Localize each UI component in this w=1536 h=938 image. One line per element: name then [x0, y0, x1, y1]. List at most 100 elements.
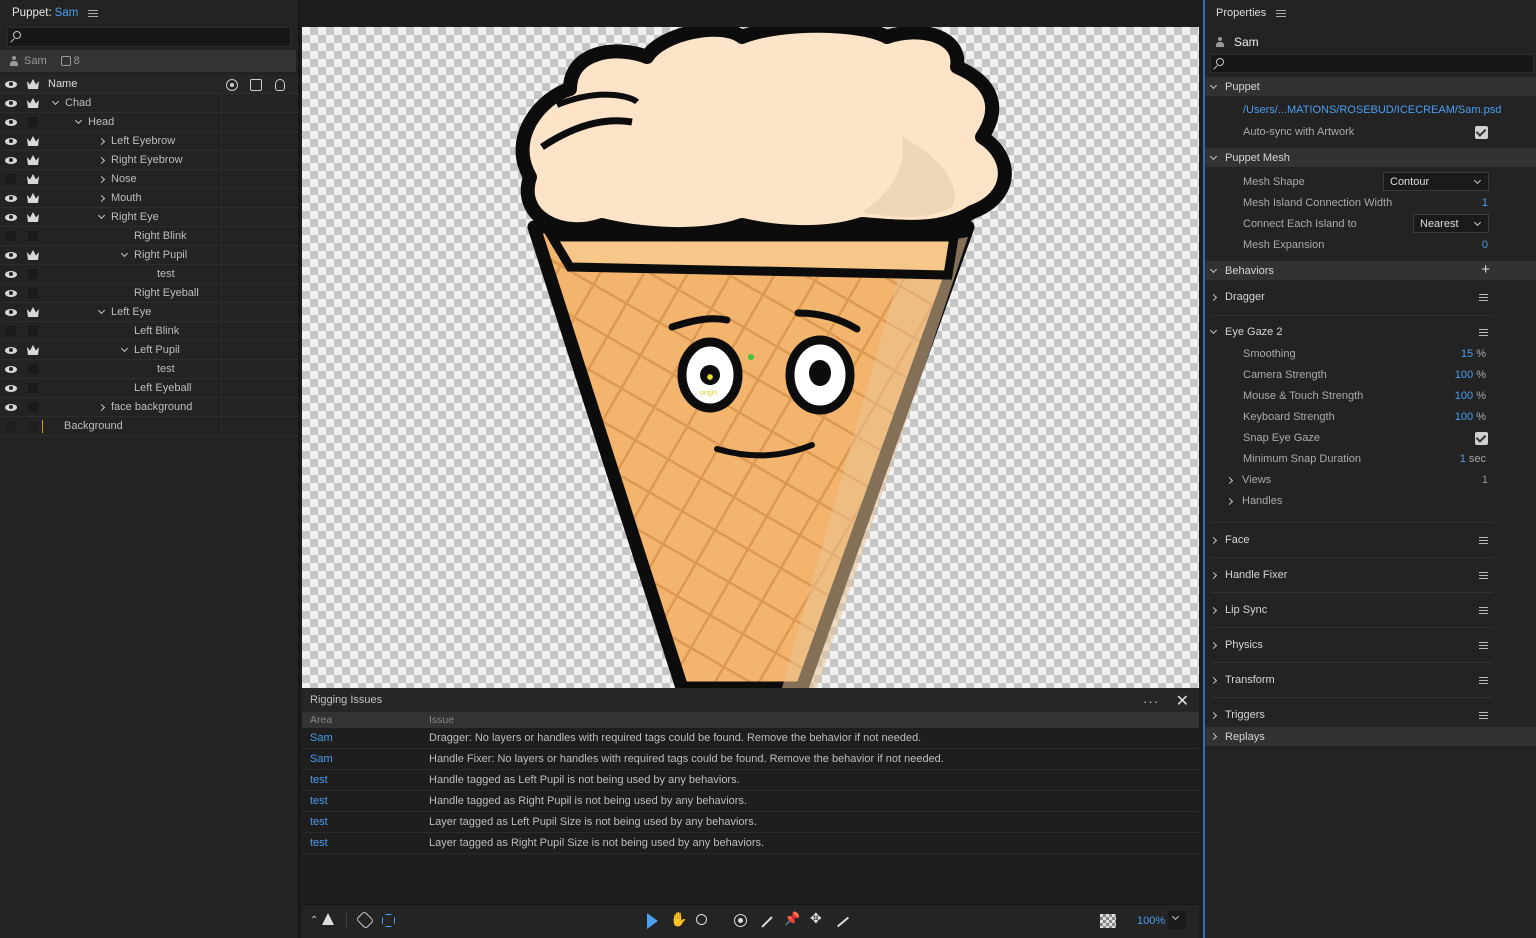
independent-crown-icon[interactable] [22, 94, 44, 113]
independent-toggle[interactable] [22, 322, 44, 341]
visibility-eye-icon[interactable] [0, 341, 22, 360]
independent-toggle[interactable] [22, 398, 44, 417]
panel-menu-icon[interactable] [1276, 9, 1287, 17]
independent-crown-icon[interactable] [22, 246, 44, 265]
rigging-issue-row[interactable]: test Handle tagged as Right Pupil is not … [302, 791, 1199, 812]
handles-row[interactable]: Handles [1205, 493, 1536, 509]
behavior-triggers[interactable]: Triggers [1205, 706, 1536, 724]
pin-tool-icon[interactable]: 📌 [784, 911, 800, 927]
behavior-lip-sync[interactable]: Lip Sync [1205, 601, 1536, 619]
visibility-eye-icon[interactable] [0, 208, 22, 227]
chevron-down-icon[interactable] [120, 344, 129, 353]
origin-column-icon[interactable] [226, 79, 238, 91]
origin-tool-icon[interactable] [734, 914, 747, 927]
behavior-eye-gaze[interactable]: Eye Gaze 2 [1205, 323, 1536, 341]
layer-row-left-eye[interactable]: Left Eye [0, 302, 298, 322]
layer-row-nose[interactable]: Nose [0, 169, 298, 189]
independent-toggle[interactable] [22, 417, 44, 436]
behavior-menu-icon[interactable] [1479, 293, 1488, 301]
snap-eye-gaze-checkbox[interactable] [1475, 431, 1488, 445]
camera-strength-value-wrap[interactable]: 100 % [1455, 369, 1486, 381]
zoom-level[interactable]: 100% [1137, 915, 1165, 927]
layer-row-test[interactable]: test [0, 264, 298, 284]
tag-column-icon[interactable] [250, 79, 262, 91]
panel-menu-icon[interactable] [88, 9, 99, 17]
layer-row-background[interactable]: Background [0, 416, 298, 436]
rigging-issue-row[interactable]: test Layer tagged as Left Pupil Size is n… [302, 812, 1199, 833]
hand-tool-icon[interactable]: ✋ [670, 911, 687, 928]
behavior-menu-icon[interactable] [1479, 676, 1488, 684]
visibility-toggle[interactable] [0, 322, 22, 341]
visibility-column-icon[interactable] [0, 75, 22, 94]
behavior-menu-icon[interactable] [1479, 536, 1488, 544]
section-puppet[interactable]: Puppet [1205, 77, 1536, 96]
visibility-eye-icon[interactable] [0, 132, 22, 151]
file-path-link[interactable]: /Users/...MATIONS/ROSEBUD/ICECREAM/Sam.p… [1205, 102, 1536, 118]
section-behaviors[interactable]: Behaviors + [1205, 261, 1536, 280]
snap-duration-value-wrap[interactable]: 1 sec [1460, 453, 1486, 465]
independent-crown-icon[interactable] [22, 189, 44, 208]
bend-tool-icon[interactable] [836, 916, 850, 928]
issue-area-link[interactable]: test [302, 816, 429, 828]
issue-area-link[interactable]: Sam [302, 732, 429, 744]
visibility-eye-icon[interactable] [0, 265, 22, 284]
behavior-menu-icon[interactable] [1479, 606, 1488, 614]
independent-toggle[interactable] [22, 360, 44, 379]
visibility-eye-icon[interactable] [0, 284, 22, 303]
layer-row-face-background[interactable]: face background [0, 397, 298, 417]
behavior-menu-icon[interactable] [1479, 711, 1488, 719]
chevron-down-icon[interactable] [51, 97, 60, 106]
island-width-value[interactable]: 1 [1482, 197, 1488, 209]
independent-toggle[interactable] [22, 227, 44, 246]
transparency-grid-icon[interactable] [1100, 914, 1116, 928]
layer-row-mouth[interactable]: Mouth [0, 188, 298, 208]
mesh-shape-dropdown[interactable]: Contour [1383, 172, 1489, 191]
mouse-strength-value-wrap[interactable]: 100 % [1455, 390, 1486, 402]
independent-crown-icon[interactable] [22, 303, 44, 322]
layer-row-test[interactable]: test [0, 359, 298, 379]
independent-toggle[interactable] [22, 379, 44, 398]
behavior-transform[interactable]: Transform [1205, 671, 1536, 689]
rigging-issue-row[interactable]: Sam Handle Fixer: No layers or handles wi… [302, 749, 1199, 770]
layer-search-input[interactable] [7, 27, 291, 47]
visibility-eye-icon[interactable] [0, 379, 22, 398]
connect-island-dropdown[interactable]: Nearest [1413, 214, 1489, 233]
chevron-down-icon[interactable] [97, 211, 106, 220]
independent-crown-icon[interactable] [22, 151, 44, 170]
independent-toggle[interactable] [22, 284, 44, 303]
independent-toggle[interactable] [22, 113, 44, 132]
rigging-issue-row[interactable]: test Layer tagged as Right Pupil Size is … [302, 833, 1199, 854]
layer-row-chad[interactable]: Chad [0, 93, 298, 113]
visibility-eye-icon[interactable] [0, 246, 22, 265]
mesh-expansion-value[interactable]: 0 [1482, 239, 1488, 251]
visibility-toggle[interactable] [0, 170, 22, 189]
independent-crown-icon[interactable] [22, 132, 44, 151]
visibility-eye-icon[interactable] [0, 303, 22, 322]
close-icon[interactable]: ✕ [1176, 691, 1189, 711]
visibility-eye-icon[interactable] [0, 151, 22, 170]
layer-row-right-blink[interactable]: Right Blink [0, 226, 298, 246]
more-options-icon[interactable]: ··· [1143, 694, 1159, 709]
auto-sync-checkbox[interactable] [1475, 125, 1488, 139]
visibility-eye-icon[interactable] [0, 360, 22, 379]
independent-toggle[interactable] [22, 265, 44, 284]
layer-row-right-eye[interactable]: Right Eye [0, 207, 298, 227]
issue-area-link[interactable]: test [302, 837, 429, 849]
add-behavior-icon[interactable]: + [1481, 261, 1490, 278]
behavior-menu-icon[interactable] [1479, 641, 1488, 649]
layer-row-left-eyeball[interactable]: Left Eyeball [0, 378, 298, 398]
visibility-toggle[interactable] [0, 417, 22, 436]
chevron-right-icon[interactable] [97, 175, 106, 183]
visibility-eye-icon[interactable] [0, 398, 22, 417]
layer-row-left-blink[interactable]: Left Blink [0, 321, 298, 341]
chevron-down-icon[interactable] [120, 249, 129, 258]
independent-crown-icon[interactable] [22, 170, 44, 189]
layer-row-left-pupil[interactable]: Left Pupil [0, 340, 298, 360]
layer-row-right-eyebrow[interactable]: Right Eyebrow [0, 150, 298, 170]
chevron-right-icon[interactable] [97, 156, 106, 164]
visibility-eye-icon[interactable] [0, 94, 22, 113]
scene-canvas[interactable]: origin [302, 27, 1199, 688]
independent-crown-icon[interactable] [22, 208, 44, 227]
independent-crown-icon[interactable] [22, 341, 44, 360]
smoothing-value-wrap[interactable]: 15 % [1461, 348, 1486, 360]
